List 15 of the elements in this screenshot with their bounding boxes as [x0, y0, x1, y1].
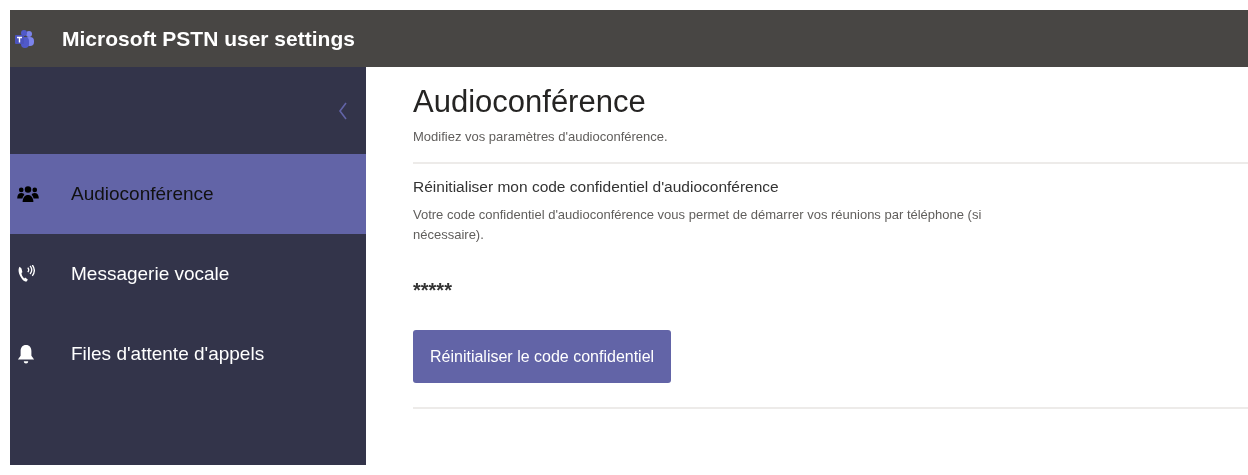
masked-pin: *****	[413, 279, 452, 302]
section-description: Votre code confidentiel d'audioconférence vous permet de démarrer vos réunions par téléphone (si nécessaire).	[413, 206, 983, 244]
people-icon	[17, 185, 39, 203]
window-title: Microsoft PSTN user settings	[62, 26, 355, 51]
sidebar-item[interactable]: Audioconférence	[10, 154, 366, 234]
phone-icon	[17, 265, 35, 283]
page-subtitle: Modifiez vos paramètres d'audioconférence.	[413, 129, 669, 144]
page-heading: Audioconférence	[413, 83, 647, 121]
sidebar-item[interactable]: Messagerie vocale	[10, 234, 366, 314]
collapse-icon[interactable]	[338, 101, 348, 120]
sidebar-item[interactable]: Files d'attente d'appels	[10, 314, 366, 394]
section-heading: Réinitialiser mon code confidentiel d'audioconférence	[413, 178, 780, 196]
reset-pin-button[interactable]: Réinitialiser le code confidentiel	[413, 330, 672, 383]
app-logo-icon	[13, 27, 35, 50]
bell-icon	[17, 344, 35, 364]
